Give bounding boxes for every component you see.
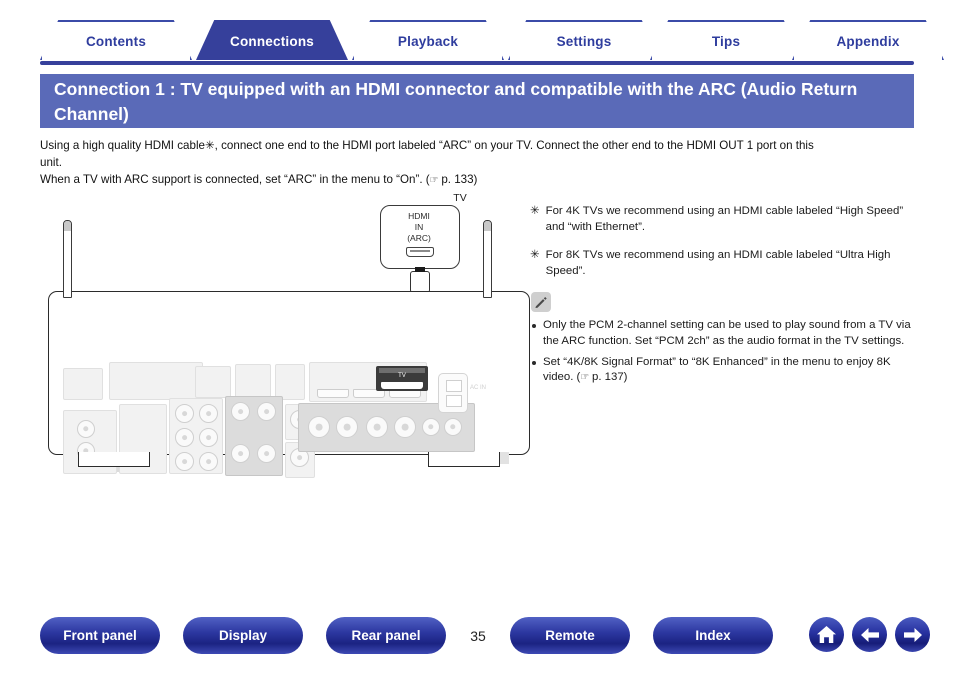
reference-icon: ☞ bbox=[580, 372, 589, 384]
speaker-post-3 bbox=[366, 416, 388, 438]
page-number: 35 bbox=[470, 627, 486, 644]
jack-preout-3 bbox=[231, 444, 250, 463]
asterisk-icon: ✳ bbox=[530, 249, 540, 261]
intro-text: Using a high quality HDMI cable✳, connec… bbox=[40, 137, 920, 189]
speaker-terminal-panel bbox=[307, 504, 482, 550]
speaker-post-2 bbox=[336, 416, 358, 438]
button-label: Rear panel bbox=[351, 628, 421, 643]
ac-in-label: AC IN bbox=[470, 385, 487, 391]
button-label: Index bbox=[695, 628, 731, 643]
tab-list: Contents Connections Playback Settings T… bbox=[40, 20, 914, 64]
intro-line-3a: When a TV with ARC support is connected,… bbox=[40, 173, 430, 186]
hdmi-out-slot-icon bbox=[381, 382, 423, 389]
front-panel-button[interactable]: Front panel bbox=[40, 617, 160, 654]
tab-appendix[interactable]: Appendix bbox=[792, 20, 944, 60]
jack-audio-2 bbox=[199, 404, 218, 423]
pencil-icon bbox=[531, 292, 551, 312]
tv-hdmi-in-arc-label: HDMI IN (ARC) bbox=[380, 211, 458, 244]
jack-preout-4 bbox=[257, 444, 276, 463]
display-button[interactable]: Display bbox=[183, 617, 303, 654]
port-group-usb bbox=[195, 366, 231, 398]
jack-audio-4 bbox=[199, 428, 218, 447]
ac-inlet-icon bbox=[438, 373, 468, 413]
intro-line-2: unit. bbox=[40, 156, 62, 169]
button-label: Remote bbox=[545, 628, 595, 643]
tab-label: Tips bbox=[711, 33, 741, 49]
jack-phono-l bbox=[77, 420, 95, 438]
tv-label: TV bbox=[453, 192, 467, 204]
tv-port-line-1: HDMI bbox=[408, 211, 430, 221]
top-tab-bar: Contents Connections Playback Settings T… bbox=[40, 20, 914, 68]
rear-panel-button[interactable]: Rear panel bbox=[326, 617, 446, 654]
asterisk-icon: ✳ bbox=[530, 205, 540, 217]
hdmi-out-1-port-highlight[interactable]: TV bbox=[376, 366, 428, 391]
speaker-post-1 bbox=[308, 416, 330, 438]
home-icon[interactable] bbox=[809, 617, 844, 652]
antenna-right-icon bbox=[483, 220, 492, 298]
tab-label: Connections bbox=[230, 33, 314, 49]
arrow-right-icon[interactable] bbox=[895, 617, 930, 652]
avr-foot-left bbox=[78, 452, 150, 467]
bottom-navigation-bar: Front panel Display Rear panel 35 Remote… bbox=[40, 617, 930, 657]
port-group-remote bbox=[275, 364, 305, 400]
port-group-tuner bbox=[109, 362, 203, 400]
hdmi-in-slot-1 bbox=[317, 389, 349, 398]
tv-port-line-2: IN bbox=[414, 222, 424, 232]
connection-diagram: TV HDMI IN (ARC) TV AC IN bbox=[40, 192, 540, 492]
tv-hdmi-port-icon bbox=[406, 247, 434, 257]
tab-contents[interactable]: Contents bbox=[40, 20, 192, 60]
notes-panel: ✳ For 4K TVs we recommend using an HDMI … bbox=[530, 204, 922, 391]
tab-settings[interactable]: Settings bbox=[508, 20, 660, 60]
intro-line-3b: p. 133) bbox=[438, 173, 478, 186]
note-star-1-text: For 4K TVs we recommend using an HDMI ca… bbox=[545, 205, 904, 233]
ac-inlet-pin-1 bbox=[446, 380, 462, 392]
jack-preout-1 bbox=[231, 402, 250, 421]
note-bullet-list: Only the PCM 2-channel setting can be us… bbox=[530, 318, 922, 386]
speaker-post-4 bbox=[394, 416, 416, 438]
speaker-post-5 bbox=[422, 418, 440, 436]
tab-label: Contents bbox=[85, 33, 147, 49]
note-bullet-2: Set “4K/8K Signal Format” to “8K Enhance… bbox=[530, 355, 922, 387]
tab-connections[interactable]: Connections bbox=[196, 20, 348, 60]
note-bullet-1: Only the PCM 2-channel setting can be us… bbox=[530, 318, 922, 350]
hdmi-out-label: TV bbox=[398, 373, 406, 379]
jack-audio-6 bbox=[199, 452, 218, 471]
index-button[interactable]: Index bbox=[653, 617, 773, 654]
note-bullet-2-text-b: p. 137) bbox=[588, 371, 628, 384]
arrow-left-icon[interactable] bbox=[852, 617, 887, 652]
remote-button[interactable]: Remote bbox=[510, 617, 630, 654]
note-star-2-text: For 8K TVs we recommend using an HDMI ca… bbox=[545, 249, 891, 277]
tv-port-line-3: (ARC) bbox=[407, 233, 431, 243]
reference-icon: ☞ bbox=[429, 175, 439, 186]
tab-tips[interactable]: Tips bbox=[650, 20, 802, 60]
tab-label: Playback bbox=[397, 33, 459, 49]
button-label: Front panel bbox=[63, 628, 137, 643]
tab-label: Appendix bbox=[836, 33, 900, 49]
jack-preout-2 bbox=[257, 402, 276, 421]
tab-playback[interactable]: Playback bbox=[352, 20, 504, 60]
jack-audio-5 bbox=[175, 452, 194, 471]
button-label: Display bbox=[218, 628, 268, 643]
port-group-network bbox=[235, 364, 271, 400]
jack-audio-1 bbox=[175, 404, 194, 423]
avr-foot-right bbox=[428, 452, 500, 467]
tab-underline bbox=[40, 61, 914, 65]
intro-line-1: Using a high quality HDMI cable✳, connec… bbox=[40, 139, 814, 152]
tab-label: Settings bbox=[556, 33, 612, 49]
intro-line-3: When a TV with ARC support is connected,… bbox=[40, 171, 920, 189]
port-group-antenna bbox=[63, 368, 103, 400]
page-title: Connection 1 : TV equipped with an HDMI … bbox=[40, 74, 914, 128]
antenna-left-icon bbox=[63, 220, 72, 298]
jack-audio-3 bbox=[175, 428, 194, 447]
ac-inlet-pin-2 bbox=[446, 395, 462, 407]
note-star-2: ✳ For 8K TVs we recommend using an HDMI … bbox=[530, 248, 922, 279]
speaker-post-6 bbox=[444, 418, 462, 436]
note-star-1: ✳ For 4K TVs we recommend using an HDMI … bbox=[530, 204, 922, 235]
